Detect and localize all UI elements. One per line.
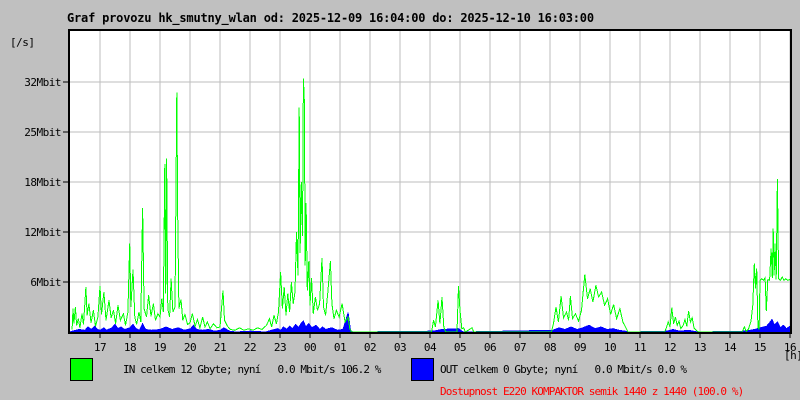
x-tick-label: 10 (604, 341, 616, 354)
x-tick-label: 09 (574, 341, 586, 354)
x-tick-label: 08 (544, 341, 556, 354)
x-tick-label: 07 (514, 341, 526, 354)
x-axis-unit-label: [h] (784, 349, 800, 362)
legend-out-swatch (411, 358, 434, 381)
legend-out-label: OUT celkem 0 Gbyte; nyní 0.0 Mbit/s 0.0 … (440, 363, 687, 376)
x-tick-label: 02 (364, 341, 376, 354)
plot-area: 6Mbit 12Mbit 18Mbit 25Mbit 32Mbit 17 18 19 20 21 2… (24, 29, 797, 354)
x-tick-label: 11 (634, 341, 646, 354)
y-tick-label: 12Mbit (24, 226, 61, 239)
x-tick-label: 23 (274, 341, 286, 354)
y-tick-label: 32Mbit (24, 76, 61, 89)
x-tick-label: 01 (334, 341, 346, 354)
availability-label: Dostupnost E220 KOMPAKTOR semik 1440 z 1… (440, 385, 744, 398)
x-tick-label: 22 (244, 341, 256, 354)
x-tick-label: 21 (214, 341, 226, 354)
x-tick-label: 18 (124, 341, 136, 354)
x-tick-label: 17 (94, 341, 106, 354)
y-tick-label: 25Mbit (24, 126, 61, 139)
x-tick-label: 04 (424, 341, 437, 354)
mrtg-traffic-graph-window: Graf provozu hk_smutny_wlan od: 2025-12-… (0, 0, 800, 400)
x-tick-label: 06 (484, 341, 496, 354)
legend-in-label: IN celkem 12 Gbyte; nyní 0.0 Mbit/s 106.… (123, 363, 381, 376)
x-tick-label: 15 (754, 341, 766, 354)
x-tick-label: 12 (664, 341, 676, 354)
x-tick-label: 13 (694, 341, 706, 354)
legend-in-swatch (70, 358, 93, 381)
x-tick-label: 14 (724, 341, 737, 354)
x-tick-label: 19 (154, 341, 166, 354)
x-tick-label: 05 (454, 341, 466, 354)
y-tick-label: 6Mbit (30, 276, 61, 289)
y-tick-label: 18Mbit (24, 176, 61, 189)
x-tick-label: 20 (184, 341, 196, 354)
x-tick-label: 03 (394, 341, 406, 354)
x-tick-label: 00 (304, 341, 316, 354)
